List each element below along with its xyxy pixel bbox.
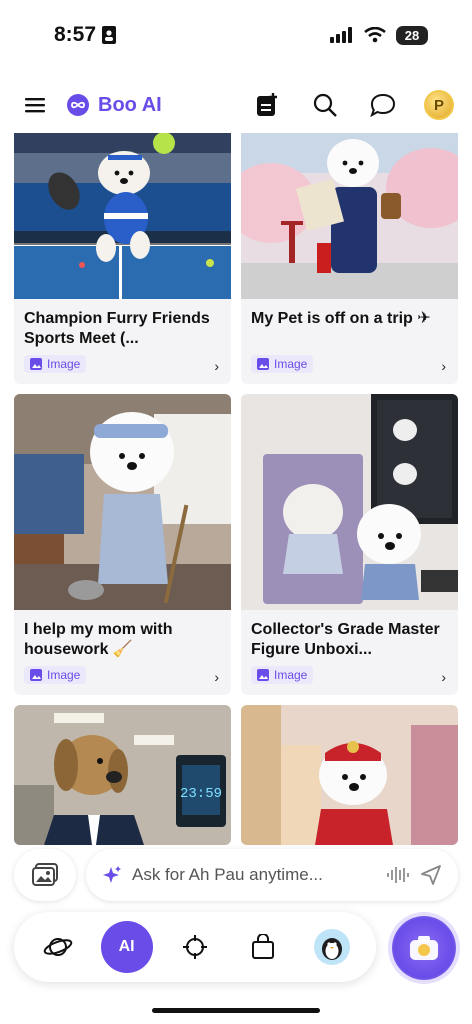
infinity-logo-icon [67,94,89,116]
ai-icon: AI [118,938,135,955]
card-body: My Pet is off on a trip ✈ Image › [241,299,458,384]
brand-name: Boo AI [98,93,162,116]
card-collector-figure[interactable]: Collector's Grade Master Figure Unboxi..… [241,394,458,695]
avatar [313,929,350,965]
shopping-bag-icon [252,934,275,959]
card-image-figure [241,394,458,610]
clock-display: 23:59 [180,786,222,802]
send-icon[interactable] [420,864,442,886]
card-title: I help my mom with housework 🧹 [24,621,173,658]
status-indicators: 28 [330,25,428,45]
search-icon [313,93,337,117]
penguin-avatar-icon [321,938,342,960]
planet-icon [43,938,73,956]
home-indicator [152,1008,320,1013]
ask-placeholder: Ask for Ah Pau anytime... [132,865,323,884]
card-image-tennis [14,133,231,299]
image-icon [30,669,42,681]
card-image-office: 23:59 [14,705,231,845]
card-pet-trip[interactable]: My Pet is off on a trip ✈ Image › [241,133,458,384]
image-icon [257,358,269,370]
card-tag: Image [24,666,87,684]
wifi-icon [364,27,386,43]
ask-input[interactable]: Ask for Ah Pau anytime... [86,849,458,901]
chevron-right-icon: › [441,669,446,685]
header-actions: P [250,88,454,122]
note-add-icon [257,93,277,116]
nav-shop[interactable] [237,921,289,973]
gallery-button[interactable] [14,849,76,901]
sparkle-icon [103,866,121,883]
coin-icon: P [433,96,444,114]
card-title: Champion Furry Friends Sports Meet (... [24,310,210,347]
chevron-right-icon: › [214,669,219,685]
card-housework[interactable]: I help my mom with housework 🧹 Image › [14,394,231,695]
card-body: Champion Furry Friends Sports Meet (... … [14,299,231,384]
card-image-housework [14,394,231,610]
card-sports-meet[interactable]: Champion Furry Friends Sports Meet (... … [14,133,231,384]
nav-explore[interactable] [32,921,84,973]
bottom-nav: AI [14,912,376,982]
card-title: Collector's Grade Master Figure Unboxi..… [251,621,440,658]
card-firefighter-dog[interactable] [241,705,458,845]
status-time: 8:57 [54,23,117,47]
search-button[interactable] [308,88,342,122]
content-grid[interactable]: Champion Furry Friends Sports Meet (... … [14,133,458,845]
camera-icon [410,936,438,960]
chat-icon [370,93,396,117]
card-tag: Image [24,355,87,373]
nav-target[interactable] [169,921,221,973]
card-body: I help my mom with housework 🧹 Image › [14,610,231,695]
app-header: Boo AI P [0,78,472,132]
nav-ai[interactable]: AI [100,921,153,973]
brand: Boo AI [66,93,162,117]
chat-button[interactable] [366,88,400,122]
menu-button[interactable] [18,88,52,122]
new-note-button[interactable] [250,88,284,122]
chevron-right-icon: › [214,358,219,374]
nav-profile[interactable] [306,921,358,973]
card-image-firefighter [241,705,458,845]
coin-balance-button[interactable]: P [424,90,454,120]
card-title: My Pet is off on a trip ✈ [251,310,431,327]
menu-icon [25,98,45,113]
chevron-right-icon: › [441,358,446,374]
card-image-trip [241,133,458,299]
status-bar: 8:57 28 [0,0,472,70]
battery-indicator: 28 [396,25,428,45]
image-icon [257,669,269,681]
card-tag: Image [251,666,314,684]
ask-bar: Ask for Ah Pau anytime... [14,849,458,901]
image-icon [30,358,42,370]
gallery-icon [32,863,58,886]
crosshair-icon [182,935,207,959]
card-body: Collector's Grade Master Figure Unboxi..… [241,610,458,695]
cellular-signal-icon [330,27,352,43]
card-office-dog[interactable]: 23:59 [14,705,231,845]
card-tag: Image [251,355,314,373]
contact-card-icon [102,26,117,44]
camera-button[interactable] [392,916,456,980]
voice-wave-icon[interactable] [386,865,410,885]
